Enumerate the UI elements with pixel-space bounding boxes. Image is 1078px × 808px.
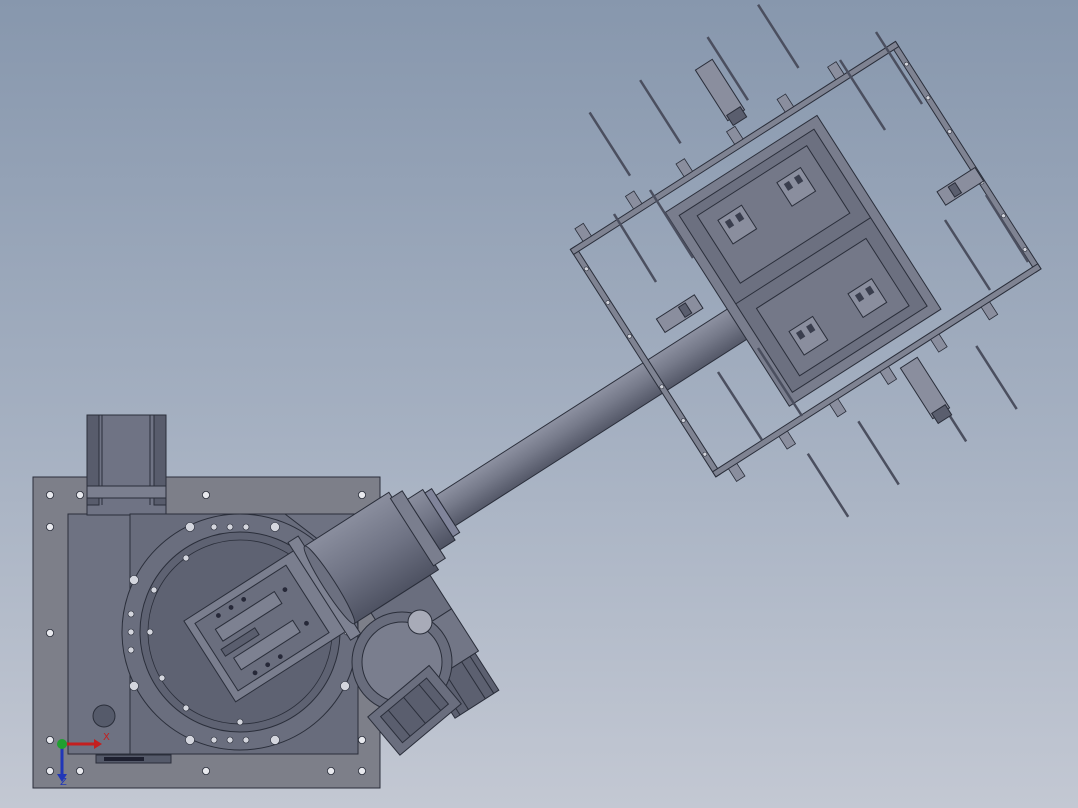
plate-port	[92, 704, 116, 728]
triad-x-label: X	[103, 732, 110, 743]
cad-graphics-viewport[interactable]: X Z	[0, 0, 1078, 808]
assembly-model[interactable]	[0, 0, 1078, 808]
motor-bracket	[86, 414, 167, 516]
cross-head	[569, 4, 1042, 518]
y-axis-dot	[57, 739, 67, 749]
main-shaft	[435, 289, 777, 527]
orientation-triad	[57, 739, 102, 782]
triad-z-label: Z	[60, 777, 67, 788]
